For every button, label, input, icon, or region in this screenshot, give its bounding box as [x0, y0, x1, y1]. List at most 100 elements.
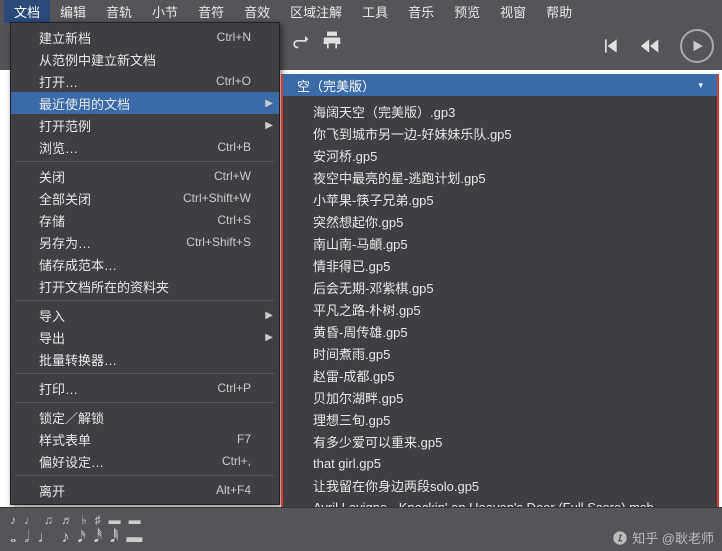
note-accent-icon[interactable]: ▬ — [109, 513, 121, 527]
note-accent-icon[interactable]: ♪ — [10, 513, 16, 527]
submenu-arrow-icon: ▶ — [265, 98, 273, 109]
recent-file-item[interactable]: 你飞到城市另一边-好妹妹乐队.gp5 — [283, 122, 717, 144]
recent-file-item[interactable]: 让我留在你身边两段solo.gp5 — [283, 474, 717, 496]
submenu-arrow-icon: ▶ — [265, 310, 273, 321]
file-menu-item[interactable]: 储存成范本… — [11, 253, 279, 275]
recent-file-item[interactable]: 理想三旬.gp5 — [283, 408, 717, 430]
menu-item-label: 存储 — [39, 211, 65, 230]
rewind-icon[interactable] — [640, 36, 660, 56]
watermark: 知乎 @耿老师 — [612, 528, 714, 547]
recent-tab-header[interactable]: 空（完美版） ▾ — [283, 74, 717, 96]
menubar-item-help[interactable]: 帮助 — [536, 0, 582, 23]
note-accent-icon[interactable]: ♫ — [44, 513, 53, 527]
menubar-item-note[interactable]: 音符 — [188, 0, 234, 23]
recent-files-submenu: 空（完美版） ▾ 海阔天空（完美版）.gp3你飞到城市另一边-好妹妹乐队.gp5… — [281, 74, 719, 551]
menu-separator — [15, 475, 275, 476]
note-accent-icon[interactable]: ▬ — [129, 513, 141, 527]
recent-file-item[interactable]: 时间煮雨.gp5 — [283, 342, 717, 364]
recent-file-item[interactable]: 安河桥.gp5 — [283, 144, 717, 166]
note-accent-icon[interactable]: ♯ — [95, 513, 101, 527]
submenu-arrow-icon: ▶ — [265, 120, 273, 131]
redo-icon[interactable] — [290, 30, 310, 50]
file-menu-item[interactable]: 关闭Ctrl+W — [11, 165, 279, 187]
file-menu-item[interactable]: 离开Alt+F4 — [11, 479, 279, 501]
recent-file-item[interactable]: 突然想起你.gp5 — [283, 210, 717, 232]
menu-item-label: 另存为… — [39, 233, 91, 252]
menubar-item-edit[interactable]: 编辑 — [50, 0, 96, 23]
menu-item-shortcut: Ctrl+B — [217, 140, 251, 154]
menu-item-shortcut: Ctrl+O — [216, 74, 251, 88]
menu-item-label: 建立新档 — [39, 28, 91, 47]
recent-file-item[interactable]: 赵雷-成都.gp5 — [283, 364, 717, 386]
sixtyfourth-note-icon[interactable]: 𝅘𝅥𝅱 — [110, 529, 118, 547]
thirtysecond-note-icon[interactable]: 𝅘𝅥𝅰 — [94, 529, 102, 547]
file-menu-item[interactable]: 打开…Ctrl+O — [11, 70, 279, 92]
file-menu-item[interactable]: 浏览…Ctrl+B — [11, 136, 279, 158]
menu-item-label: 偏好设定… — [39, 452, 104, 471]
recent-file-item[interactable]: 后会无期-邓紫棋.gp5 — [283, 276, 717, 298]
menu-item-shortcut: Ctrl+Shift+S — [186, 235, 251, 249]
watermark-text: 知乎 @耿老师 — [632, 528, 714, 547]
menubar-item-preview[interactable]: 预览 — [444, 0, 490, 23]
recent-file-item[interactable]: 南山南-马頔.gp5 — [283, 232, 717, 254]
playback-toolbar — [600, 28, 714, 64]
file-menu-item[interactable]: 另存为… Ctrl+Shift+S — [11, 231, 279, 253]
menu-item-shortcut: Ctrl+P — [217, 381, 251, 395]
file-menu-item[interactable]: 样式表单F7 — [11, 428, 279, 450]
menu-item-label: 打印… — [39, 379, 78, 398]
recent-file-item[interactable]: that girl.gp5 — [283, 452, 717, 474]
quarter-note-icon[interactable]: ♩ — [37, 529, 53, 547]
note-accent-icon[interactable]: ♭ — [81, 513, 87, 527]
file-menu-item[interactable]: 从范例中建立新文档 — [11, 48, 279, 70]
file-menu-item[interactable]: 建立新档 Ctrl+N — [11, 26, 279, 48]
menubar-item-bar[interactable]: 小节 — [142, 0, 188, 23]
menu-item-shortcut: Ctrl+Shift+W — [183, 191, 251, 205]
menubar-item-file[interactable]: 文档 — [4, 0, 50, 23]
file-menu-item[interactable]: 最近使用的文档▶ — [11, 92, 279, 114]
menubar-item-section[interactable]: 区域注解 — [280, 0, 352, 23]
menu-item-label: 关闭 — [39, 167, 65, 186]
menu-item-shortcut: Ctrl+N — [217, 30, 251, 44]
recent-file-item[interactable]: 海阔天空（完美版）.gp3 — [283, 100, 717, 122]
menubar-item-window[interactable]: 视窗 — [490, 0, 536, 23]
file-menu-item[interactable]: 批量转换器… — [11, 348, 279, 370]
recent-file-item[interactable]: 夜空中最亮的星-逃跑计划.gp5 — [283, 166, 717, 188]
recent-tab-label: 空（完美版） — [297, 76, 375, 95]
recent-file-item[interactable]: 平凡之路-朴树.gp5 — [283, 298, 717, 320]
recent-file-item[interactable]: 有多少爱可以重来.gp5 — [283, 430, 717, 452]
file-menu-item[interactable]: 偏好设定…Ctrl+, — [11, 450, 279, 472]
note-accent-icon[interactable]: ♩ — [24, 513, 36, 527]
file-menu-item[interactable]: 打印… Ctrl+P — [11, 377, 279, 399]
file-menu-item[interactable]: 锁定／解锁 — [11, 406, 279, 428]
eighth-note-icon[interactable]: ♪ — [61, 529, 69, 547]
submenu-arrow-icon: ▶ — [265, 332, 273, 343]
menu-separator — [15, 402, 275, 403]
file-menu-item[interactable]: 导入▶ — [11, 304, 279, 326]
whole-note-icon[interactable]: 𝅝 — [10, 529, 16, 547]
file-menu-item[interactable]: 打开范例 ▶ — [11, 114, 279, 136]
sixteenth-note-icon[interactable]: 𝅘𝅥𝅯 — [77, 529, 85, 547]
note-accent-icon[interactable]: ♬ — [61, 513, 73, 527]
file-menu-item[interactable]: 导出▶ — [11, 326, 279, 348]
menu-item-shortcut: F7 — [237, 432, 251, 446]
play-button[interactable] — [680, 29, 714, 63]
recent-file-item[interactable]: 情非得已.gp5 — [283, 254, 717, 276]
print-icon[interactable] — [322, 30, 342, 50]
recent-file-item[interactable]: 黄昏-周传雄.gp5 — [283, 320, 717, 342]
file-menu-item[interactable]: 全部关闭 Ctrl+Shift+W — [11, 187, 279, 209]
menubar-item-effect[interactable]: 音效 — [234, 0, 280, 23]
file-menu-item[interactable]: 存储Ctrl+S — [11, 209, 279, 231]
recent-file-item[interactable]: 小苹果-筷子兄弟.gp5 — [283, 188, 717, 210]
menu-item-label: 打开范例 — [39, 116, 91, 135]
recent-file-item[interactable]: 贝加尔湖畔.gp5 — [283, 386, 717, 408]
menu-item-label: 全部关闭 — [39, 189, 91, 208]
skip-start-icon[interactable] — [600, 36, 620, 56]
rest-icon[interactable]: ▬ — [126, 529, 142, 547]
menubar-item-tools[interactable]: 工具 — [352, 0, 398, 23]
file-menu-item[interactable]: 打开文档所在的资料夹 — [11, 275, 279, 297]
menubar-item-track[interactable]: 音轨 — [96, 0, 142, 23]
menu-item-label: 批量转换器… — [39, 350, 117, 369]
half-note-icon[interactable]: 𝅗𝅥 — [24, 529, 29, 547]
menu-item-label: 从范例中建立新文档 — [39, 50, 156, 69]
menubar-item-music[interactable]: 音乐 — [398, 0, 444, 23]
